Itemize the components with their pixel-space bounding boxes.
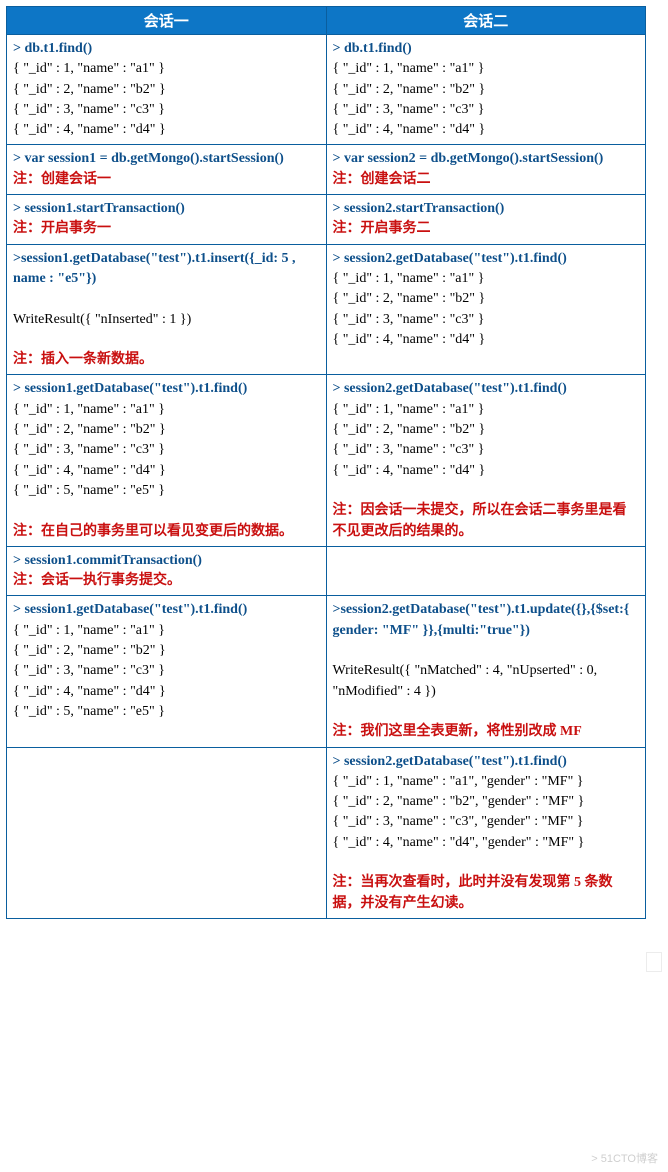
output-line: { "_id" : 3, "name" : "c3" }	[13, 440, 320, 460]
cell-session2: > session2.getDatabase("test").t1.find()…	[326, 375, 646, 546]
output-line: { "_id" : 2, "name" : "b2" }	[333, 420, 640, 440]
output-line: { "_id" : 5, "name" : "e5" }	[13, 481, 320, 501]
output-line: { "_id" : 2, "name" : "b2" }	[13, 80, 320, 100]
command-line: > db.t1.find()	[333, 39, 640, 59]
table-row: > db.t1.find(){ "_id" : 1, "name" : "a1"…	[7, 35, 646, 145]
output-line: { "_id" : 1, "name" : "a1" }	[333, 400, 640, 420]
note-line: 注：开启事务二	[333, 219, 640, 239]
output-line: { "_id" : 2, "name" : "b2" }	[333, 80, 640, 100]
command-line: > session1.getDatabase("test").t1.find()	[13, 600, 320, 620]
watermark-text: > 51CTO博客	[591, 1150, 658, 1166]
cell-session2: > var session2 = db.getMongo().startSess…	[326, 145, 646, 195]
output-line: { "_id" : 3, "name" : "c3" }	[333, 310, 640, 330]
note-line: 注：我们这里全表更新，将性别改成 MF	[333, 722, 640, 742]
output-line: { "_id" : 4, "name" : "d4" }	[13, 461, 320, 481]
output-line: { "_id" : 3, "name" : "c3" }	[333, 100, 640, 120]
output-line: { "_id" : 3, "name" : "c3" }	[13, 661, 320, 681]
output-line: { "_id" : 2, "name" : "b2" }	[13, 420, 320, 440]
output-line: WriteResult({ "nMatched" : 4, "nUpserted…	[333, 661, 640, 702]
header-col1: 会话一	[7, 7, 327, 35]
cell-session1: >session1.getDatabase("test").t1.insert(…	[7, 244, 327, 375]
note-line: 注：在自己的事务里可以看见变更后的数据。	[13, 522, 320, 542]
output-line	[13, 501, 320, 521]
note-line: 注：开启事务一	[13, 219, 320, 239]
output-line: { "_id" : 1, "name" : "a1" }	[13, 400, 320, 420]
command-line: > session2.getDatabase("test").t1.find()	[333, 249, 640, 269]
output-line	[333, 702, 640, 722]
table-row: > session1.getDatabase("test").t1.find()…	[7, 375, 646, 546]
note-line: 注：当再次查看时，此时并没有发现第 5 条数据，并没有产生幻读。	[333, 873, 640, 914]
output-line: { "_id" : 2, "name" : "b2", "gender" : "…	[333, 792, 640, 812]
note-line: 注：插入一条新数据。	[13, 350, 320, 370]
output-line	[333, 481, 640, 501]
command-line: > var session1 = db.getMongo().startSess…	[13, 149, 320, 169]
command-line: > session1.commitTransaction()	[13, 551, 320, 571]
output-line: { "_id" : 4, "name" : "d4", "gender" : "…	[333, 833, 640, 853]
cell-session1: > session1.getDatabase("test").t1.find()…	[7, 596, 327, 747]
cell-session2: > session2.startTransaction()注：开启事务二	[326, 195, 646, 245]
output-line: { "_id" : 2, "name" : "b2" }	[13, 641, 320, 661]
command-line: > session2.startTransaction()	[333, 199, 640, 219]
output-line: { "_id" : 4, "name" : "d4" }	[333, 461, 640, 481]
output-line: { "_id" : 1, "name" : "a1" }	[333, 59, 640, 79]
output-line: { "_id" : 3, "name" : "c3" }	[13, 100, 320, 120]
cell-session2: > db.t1.find(){ "_id" : 1, "name" : "a1"…	[326, 35, 646, 145]
cell-session1: > session1.commitTransaction()注：会话一执行事务提…	[7, 546, 327, 596]
output-line: { "_id" : 1, "name" : "a1" }	[13, 59, 320, 79]
output-line: { "_id" : 3, "name" : "c3" }	[333, 440, 640, 460]
cell-session1: > var session1 = db.getMongo().startSess…	[7, 145, 327, 195]
output-line: { "_id" : 2, "name" : "b2" }	[333, 289, 640, 309]
cell-session2: > session2.getDatabase("test").t1.find()…	[326, 747, 646, 918]
output-line: { "_id" : 5, "name" : "e5" }	[13, 702, 320, 722]
cell-session1: > db.t1.find(){ "_id" : 1, "name" : "a1"…	[7, 35, 327, 145]
page-icon	[646, 952, 662, 972]
output-line	[333, 641, 640, 661]
output-line: { "_id" : 4, "name" : "d4" }	[333, 330, 640, 350]
command-line: > var session2 = db.getMongo().startSess…	[333, 149, 640, 169]
command-line: > session2.getDatabase("test").t1.find()	[333, 379, 640, 399]
cell-session1	[7, 747, 327, 918]
table-row: > session1.getDatabase("test").t1.find()…	[7, 596, 646, 747]
cell-session2	[326, 546, 646, 596]
output-line: { "_id" : 4, "name" : "d4" }	[13, 682, 320, 702]
note-line: 注：因会话一未提交，所以在会话二事务里是看不见更改后的结果的。	[333, 501, 640, 542]
table-row: > var session1 = db.getMongo().startSess…	[7, 145, 646, 195]
command-line: >session1.getDatabase("test").t1.insert(…	[13, 249, 320, 290]
note-line: 注：创建会话二	[333, 170, 640, 190]
comparison-table: 会话一 会话二 > db.t1.find(){ "_id" : 1, "name…	[6, 6, 646, 919]
note-line: 注：会话一执行事务提交。	[13, 571, 320, 591]
command-line: > db.t1.find()	[13, 39, 320, 59]
output-line: { "_id" : 1, "name" : "a1" }	[333, 269, 640, 289]
command-line: > session2.getDatabase("test").t1.find()	[333, 752, 640, 772]
output-line: { "_id" : 1, "name" : "a1" }	[13, 621, 320, 641]
table-row: >session1.getDatabase("test").t1.insert(…	[7, 244, 646, 375]
output-line: { "_id" : 4, "name" : "d4" }	[333, 120, 640, 140]
table-row: > session2.getDatabase("test").t1.find()…	[7, 747, 646, 918]
cell-session1: > session1.getDatabase("test").t1.find()…	[7, 375, 327, 546]
command-line: > session1.startTransaction()	[13, 199, 320, 219]
output-line	[13, 289, 320, 309]
command-line: > session1.getDatabase("test").t1.find()	[13, 379, 320, 399]
note-line: 注：创建会话一	[13, 170, 320, 190]
table-row: > session1.commitTransaction()注：会话一执行事务提…	[7, 546, 646, 596]
cell-session1: > session1.startTransaction()注：开启事务一	[7, 195, 327, 245]
output-line: { "_id" : 4, "name" : "d4" }	[13, 120, 320, 140]
output-line: { "_id" : 1, "name" : "a1", "gender" : "…	[333, 772, 640, 792]
table-row: > session1.startTransaction()注：开启事务一> se…	[7, 195, 646, 245]
cell-session2: > session2.getDatabase("test").t1.find()…	[326, 244, 646, 375]
cell-session2: >session2.getDatabase("test").t1.update(…	[326, 596, 646, 747]
output-line: { "_id" : 3, "name" : "c3", "gender" : "…	[333, 812, 640, 832]
output-line	[13, 330, 320, 350]
command-line: >session2.getDatabase("test").t1.update(…	[333, 600, 640, 641]
output-line: WriteResult({ "nInserted" : 1 })	[13, 310, 320, 330]
output-line	[333, 853, 640, 873]
header-col2: 会话二	[326, 7, 646, 35]
